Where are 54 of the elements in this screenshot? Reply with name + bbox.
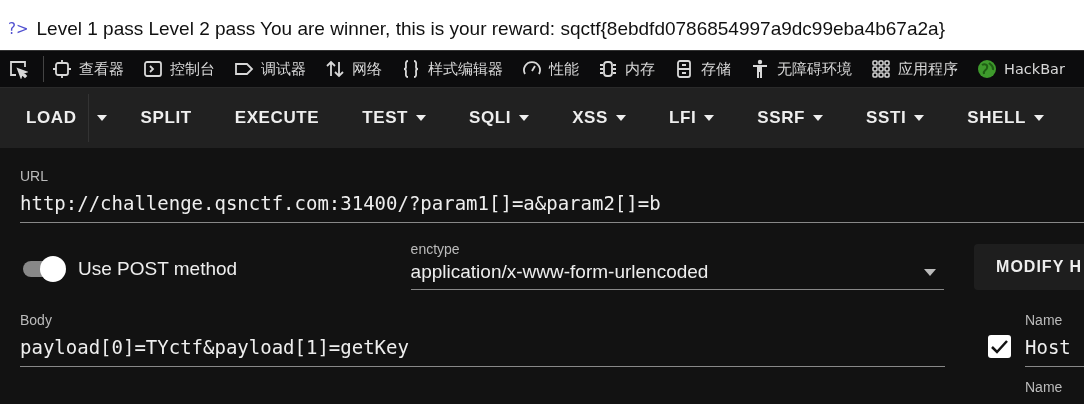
devtools-tab[interactable]: 无障碍环境 xyxy=(750,59,852,79)
element-picker-icon[interactable] xyxy=(8,59,28,79)
toolbar-button[interactable]: LFI xyxy=(657,100,727,136)
prompt-glyph: ?> xyxy=(8,20,29,38)
body-field[interactable]: payload[0]=TYctf&payload[1]=getKey xyxy=(20,328,945,367)
globe-icon xyxy=(977,59,997,79)
toolbar-button[interactable]: XSS xyxy=(560,100,638,136)
caret-icon xyxy=(1033,115,1044,121)
chip-icon xyxy=(598,59,618,79)
console-icon xyxy=(143,59,163,79)
toolbar-button[interactable]: TEST xyxy=(350,100,439,136)
caret-icon xyxy=(813,115,824,121)
toolbar-button[interactable]: SSRF xyxy=(745,100,836,136)
grid-icon xyxy=(871,59,891,79)
devtools-tab[interactable]: 样式编辑器 xyxy=(401,59,503,79)
toolbar-button[interactable]: LOAD xyxy=(14,100,89,136)
field-label: Body xyxy=(20,312,53,328)
url-field[interactable]: http://challenge.qsnctf.com:31400/?param1[]=a&param2[]=b xyxy=(20,184,1084,223)
caret-icon xyxy=(924,268,937,276)
devtools-tab[interactable]: 内存 xyxy=(598,59,655,79)
up-down-arrows-icon xyxy=(325,59,345,79)
field-label: enctype xyxy=(410,241,461,257)
braces-icon xyxy=(401,59,421,79)
header-name-field[interactable]: Host xyxy=(1025,328,1084,367)
caret-icon xyxy=(96,115,107,121)
field-label: URL xyxy=(20,168,49,184)
enctype-select[interactable]: application/x-www-form-urlencoded xyxy=(410,257,945,290)
toolbar-button[interactable]: EXECUTE xyxy=(222,100,332,136)
devtools-tab[interactable]: 查看器 xyxy=(52,59,124,79)
devtools-tab[interactable]: 性能 xyxy=(522,59,579,79)
devtools-tab[interactable]: 应用程序 xyxy=(871,59,958,79)
toggle-label: Use POST method xyxy=(78,258,238,280)
caret-icon xyxy=(519,115,530,121)
toolbar-button[interactable]: SSTI xyxy=(854,100,937,136)
inspector-icon xyxy=(52,59,72,79)
storage-icon xyxy=(674,59,694,79)
devtools-tab[interactable]: 调试器 xyxy=(234,59,306,79)
devtools-tab[interactable]: HackBar xyxy=(977,59,1065,79)
caret-icon xyxy=(704,115,715,121)
page-text: Level 1 pass Level 2 pass You are winner, this is your reward: sqctf{8ebdfd0786854997a9dc99eba4b67a2a} xyxy=(36,18,945,40)
toolbar-button[interactable]: SQLI xyxy=(457,100,542,136)
toolbar-button[interactable]: SPLIT xyxy=(128,100,204,136)
toolbar-button[interactable]: SHELL xyxy=(955,100,1056,136)
caret-icon xyxy=(616,115,626,121)
devtools-tab[interactable]: 控制台 xyxy=(143,59,215,79)
person-icon xyxy=(750,59,770,79)
caret-icon xyxy=(416,115,427,121)
field-label: Name xyxy=(1025,312,1064,328)
devtools-tab[interactable]: 网络 xyxy=(325,59,382,79)
devtools-tab[interactable]: 存储 xyxy=(674,59,731,79)
header-checkbox[interactable] xyxy=(988,335,1011,358)
modify-header-button[interactable]: MODIFY H xyxy=(974,244,1084,290)
caret-icon xyxy=(914,115,925,121)
field-label: Name xyxy=(1025,379,1064,395)
